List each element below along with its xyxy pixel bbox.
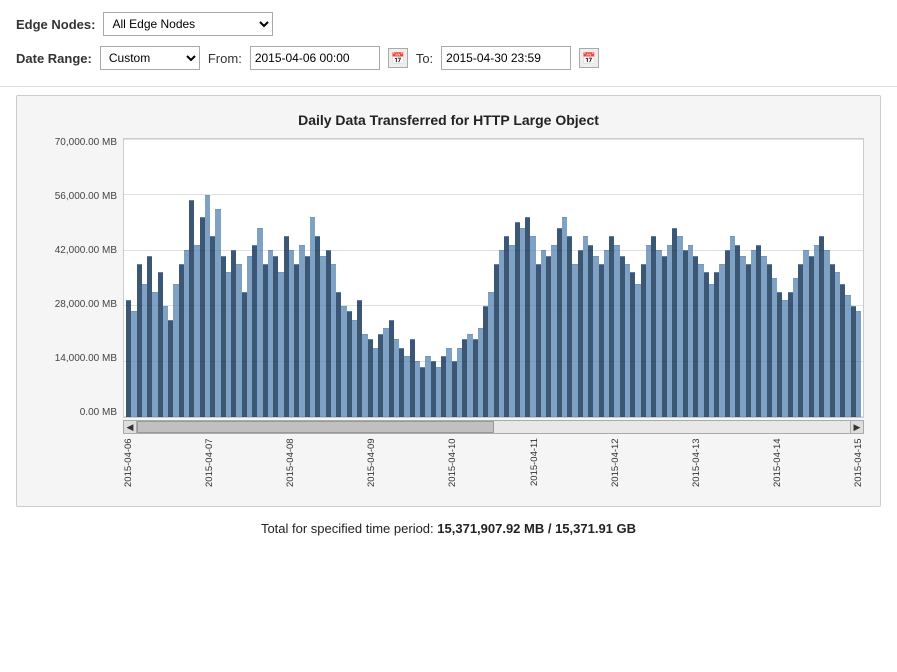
- from-date-input[interactable]: [250, 46, 380, 70]
- x-axis-label: 2015-04-13: [691, 438, 702, 494]
- chart-area: 0.00 MB 14,000.00 MB 28,000.00 MB 42,000.00…: [33, 138, 864, 494]
- x-axis-label: 2015-04-08: [285, 438, 296, 494]
- total-row: Total for specified time period: 15,371,…: [0, 507, 897, 546]
- edge-nodes-row: Edge Nodes: All Edge Nodes: [16, 12, 881, 36]
- y-axis-label: 14,000.00 MB: [33, 354, 117, 364]
- y-axis: 0.00 MB 14,000.00 MB 28,000.00 MB 42,000.00…: [33, 138, 123, 418]
- date-range-select[interactable]: Custom Last 7 Days Last 30 Days: [100, 46, 200, 70]
- edge-nodes-label: Edge Nodes:: [16, 17, 95, 32]
- total-label: Total for specified time period:: [261, 521, 434, 536]
- date-range-label: Date Range:: [16, 51, 92, 66]
- y-axis-label: 28,000.00 MB: [33, 300, 117, 310]
- scrollbar-track[interactable]: [137, 420, 850, 434]
- chart-container: Daily Data Transferred for HTTP Large Ob…: [16, 95, 881, 507]
- y-axis-label: 56,000.00 MB: [33, 192, 117, 202]
- to-label: To:: [416, 51, 433, 66]
- bars-inner: [124, 139, 863, 417]
- y-axis-label: 0.00 MB: [33, 408, 117, 418]
- total-value: 15,371,907.92 MB / 15,371.91 GB: [437, 521, 636, 536]
- to-date-input[interactable]: [441, 46, 571, 70]
- x-axis-label: 2015-04-06: [123, 438, 134, 494]
- x-axis-label: 2015-04-10: [447, 438, 458, 494]
- to-calendar-icon[interactable]: 📅: [579, 48, 599, 68]
- chart-title: Daily Data Transferred for HTTP Large Ob…: [33, 112, 864, 128]
- x-axis-label: 2015-04-15: [853, 438, 864, 494]
- chart-right: ◀ ▶ 2015-04-062015-04-072015-04-082015-0…: [123, 138, 864, 494]
- controls-divider: [0, 86, 897, 87]
- x-labels-row: 2015-04-06 2015-04-07 2015-04-08 2015-04-09…: [123, 434, 864, 494]
- x-axis-label: 2015-04-11: [529, 438, 540, 494]
- scroll-left-arrow[interactable]: ◀: [123, 420, 137, 434]
- bar: [856, 311, 861, 417]
- bars-wrapper: [123, 138, 864, 418]
- scrollbar-row: ◀ ▶: [123, 420, 864, 434]
- from-label: From:: [208, 51, 242, 66]
- from-calendar-icon[interactable]: 📅: [388, 48, 408, 68]
- x-axis-label: 2015-04-07: [204, 438, 215, 494]
- x-axis-label: 2015-04-12: [610, 438, 621, 494]
- scrollbar-thumb[interactable]: [137, 421, 494, 433]
- x-axis-label: 2015-04-09: [366, 438, 377, 494]
- date-range-row: Date Range: Custom Last 7 Days Last 30 D…: [16, 46, 881, 70]
- controls-panel: Edge Nodes: All Edge Nodes Date Range: C…: [0, 0, 897, 78]
- y-axis-label: 42,000.00 MB: [33, 246, 117, 256]
- x-axis-label: 2015-04-14: [772, 438, 783, 494]
- edge-nodes-select[interactable]: All Edge Nodes: [103, 12, 273, 36]
- y-axis-label: 70,000.00 MB: [33, 138, 117, 148]
- scroll-right-arrow[interactable]: ▶: [850, 420, 864, 434]
